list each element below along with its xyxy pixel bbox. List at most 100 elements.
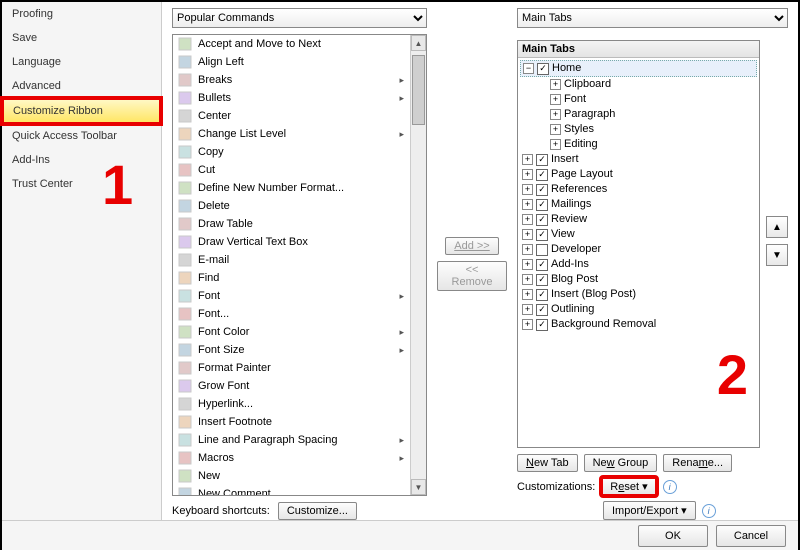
checkbox[interactable]: ✓	[536, 319, 548, 331]
command-item[interactable]: Draw Table	[173, 215, 410, 233]
expand-icon[interactable]: +	[522, 199, 533, 210]
tree-child[interactable]: +Paragraph	[520, 107, 757, 122]
sidebar-item-language[interactable]: Language	[2, 50, 161, 74]
expand-icon[interactable]: +	[522, 259, 533, 270]
command-item[interactable]: Accept and Move to Next	[173, 35, 410, 53]
commands-listbox[interactable]: Accept and Move to NextAlign LeftBreaks▸…	[172, 34, 427, 496]
expand-icon[interactable]: +	[522, 319, 533, 330]
checkbox[interactable]: ✓	[536, 289, 548, 301]
expand-icon[interactable]: +	[522, 289, 533, 300]
checkbox[interactable]: ✓	[536, 199, 548, 211]
sidebar-item-add-ins[interactable]: Add-Ins	[2, 148, 161, 172]
tree-child[interactable]: +Font	[520, 92, 757, 107]
command-item[interactable]: Font▸	[173, 287, 410, 305]
expand-icon[interactable]: +	[550, 124, 561, 135]
customize-ribbon-combo[interactable]: Main Tabs	[517, 8, 788, 28]
tree-node[interactable]: +✓Mailings	[520, 197, 757, 212]
command-item[interactable]: Center	[173, 107, 410, 125]
tree-node[interactable]: +✓Review	[520, 212, 757, 227]
checkbox[interactable]: ✓	[536, 304, 548, 316]
import-export-button[interactable]: Import/Export ▾	[603, 501, 696, 520]
tree-node[interactable]: +✓Background Removal	[520, 317, 757, 332]
checkbox[interactable]: ✓	[536, 184, 548, 196]
expand-icon[interactable]: +	[522, 229, 533, 240]
command-item[interactable]: Align Left	[173, 53, 410, 71]
command-item[interactable]: Font Color▸	[173, 323, 410, 341]
expand-icon[interactable]: −	[523, 63, 534, 74]
cancel-button[interactable]: Cancel	[716, 525, 786, 547]
command-item[interactable]: Copy	[173, 143, 410, 161]
expand-icon[interactable]: +	[550, 109, 561, 120]
command-item[interactable]: E-mail	[173, 251, 410, 269]
sidebar-item-customize-ribbon[interactable]: Customize Ribbon	[2, 98, 161, 124]
expand-icon[interactable]: +	[522, 154, 533, 165]
scroll-down-icon[interactable]: ▼	[411, 479, 426, 495]
command-item[interactable]: Bullets▸	[173, 89, 410, 107]
command-item[interactable]: Font...	[173, 305, 410, 323]
rename-button[interactable]: Rename...	[663, 454, 732, 472]
tree-node[interactable]: +✓References	[520, 182, 757, 197]
tree-node[interactable]: +✓Add-Ins	[520, 257, 757, 272]
expand-icon[interactable]: +	[550, 94, 561, 105]
tree-node[interactable]: +✓Insert	[520, 152, 757, 167]
tree-node[interactable]: +✓Outlining	[520, 302, 757, 317]
commands-scrollbar[interactable]: ▲ ▼	[410, 35, 426, 495]
command-item[interactable]: Hyperlink...	[173, 395, 410, 413]
new-tab-button[interactable]: New Tab	[517, 454, 578, 472]
tree-node[interactable]: +✓Blog Post	[520, 272, 757, 287]
reset-button[interactable]: Reset ▾	[601, 477, 656, 496]
choose-commands-combo[interactable]: Popular Commands	[172, 8, 427, 28]
checkbox[interactable]	[536, 244, 548, 256]
command-item[interactable]: Grow Font	[173, 377, 410, 395]
move-up-button[interactable]: ▲	[766, 216, 788, 238]
checkbox[interactable]: ✓	[536, 169, 548, 181]
command-item[interactable]: Cut	[173, 161, 410, 179]
checkbox[interactable]: ✓	[536, 229, 548, 241]
tree-node[interactable]: +✓View	[520, 227, 757, 242]
expand-icon[interactable]: +	[522, 214, 533, 225]
checkbox[interactable]: ✓	[536, 274, 548, 286]
command-item[interactable]: Macros▸	[173, 449, 410, 467]
expand-icon[interactable]: +	[522, 244, 533, 255]
checkbox[interactable]: ✓	[537, 63, 549, 75]
command-item[interactable]: Breaks▸	[173, 71, 410, 89]
expand-icon[interactable]: +	[522, 169, 533, 180]
sidebar-item-save[interactable]: Save	[2, 26, 161, 50]
tree-node[interactable]: −✓Home	[520, 60, 757, 77]
ok-button[interactable]: OK	[638, 525, 708, 547]
checkbox[interactable]: ✓	[536, 259, 548, 271]
tree-node[interactable]: +✓Page Layout	[520, 167, 757, 182]
expand-icon[interactable]: +	[550, 79, 561, 90]
expand-icon[interactable]: +	[522, 184, 533, 195]
command-item[interactable]: Define New Number Format...	[173, 179, 410, 197]
expand-icon[interactable]: +	[550, 139, 561, 150]
sidebar-item-trust-center[interactable]: Trust Center	[2, 172, 161, 196]
command-item[interactable]: Delete	[173, 197, 410, 215]
move-down-button[interactable]: ▼	[766, 244, 788, 266]
add-button[interactable]: Add >>	[445, 237, 498, 255]
sidebar-item-quick-access-toolbar[interactable]: Quick Access Toolbar	[2, 124, 161, 148]
command-item[interactable]: Find	[173, 269, 410, 287]
remove-button[interactable]: << Remove	[437, 261, 507, 291]
info-icon[interactable]: i	[702, 504, 716, 518]
sidebar-item-proofing[interactable]: Proofing	[2, 2, 161, 26]
command-item[interactable]: Line and Paragraph Spacing▸	[173, 431, 410, 449]
command-item[interactable]: New	[173, 467, 410, 485]
new-group-button[interactable]: New Group	[584, 454, 658, 472]
scroll-up-icon[interactable]: ▲	[411, 35, 426, 51]
scroll-thumb[interactable]	[412, 55, 425, 125]
checkbox[interactable]: ✓	[536, 154, 548, 166]
info-icon[interactable]: i	[663, 480, 677, 494]
tree-child[interactable]: +Clipboard	[520, 77, 757, 92]
tree-child[interactable]: +Editing	[520, 137, 757, 152]
command-item[interactable]: Format Painter	[173, 359, 410, 377]
expand-icon[interactable]: +	[522, 274, 533, 285]
tree-node[interactable]: +✓Insert (Blog Post)	[520, 287, 757, 302]
sidebar-item-advanced[interactable]: Advanced	[2, 74, 161, 98]
expand-icon[interactable]: +	[522, 304, 533, 315]
tree-child[interactable]: +Styles	[520, 122, 757, 137]
command-item[interactable]: New Comment	[173, 485, 410, 495]
command-item[interactable]: Font Size▸	[173, 341, 410, 359]
command-item[interactable]: Change List Level▸	[173, 125, 410, 143]
command-item[interactable]: Draw Vertical Text Box	[173, 233, 410, 251]
